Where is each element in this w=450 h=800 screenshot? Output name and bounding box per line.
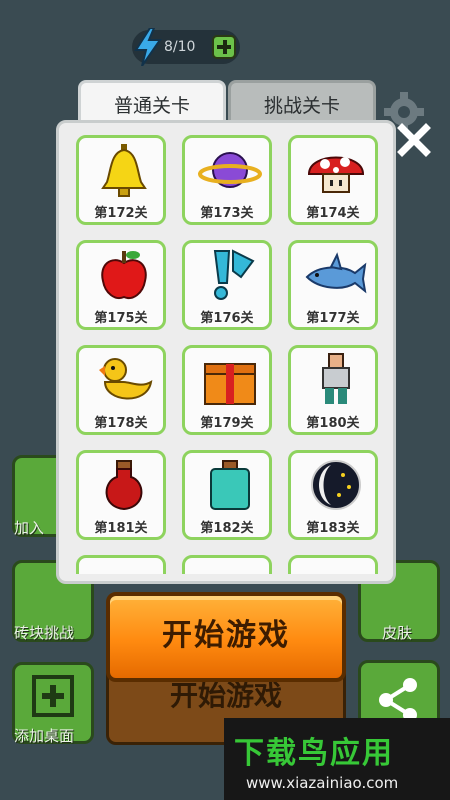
- duck-icon: [99, 358, 153, 400]
- skin-label: 皮肤: [382, 624, 413, 642]
- level-label: 第178关: [94, 416, 148, 431]
- level-card-176[interactable]: 第176关: [182, 240, 272, 330]
- level-card-172[interactable]: 第172关: [76, 135, 166, 225]
- watermark: 下载鸟应用 www.xiazainiao.com: [224, 718, 450, 800]
- level-card-178[interactable]: 第178关: [76, 345, 166, 435]
- bell-icon: [101, 144, 147, 197]
- moon-icon: [311, 460, 361, 510]
- level-card-partial[interactable]: [288, 555, 378, 574]
- join-label: 加入: [14, 519, 45, 537]
- watermark-url: www.xiazainiao.com: [246, 774, 399, 792]
- gift-icon: [204, 363, 256, 405]
- level-card-173[interactable]: 第173关: [182, 135, 272, 225]
- mushroom-icon: [307, 156, 365, 193]
- level-label: 第174关: [306, 206, 360, 221]
- brick-challenge-label: 砖块挑战: [14, 624, 75, 642]
- add-desktop-icon: [32, 675, 74, 717]
- apple-icon: [101, 251, 147, 299]
- level-label: 第176关: [200, 311, 254, 326]
- level-card-177[interactable]: 第177关: [288, 240, 378, 330]
- level-grid[interactable]: 第172关 第173关 第174关 第175关 第176关 第177关 第178…: [66, 128, 386, 574]
- level-label: 第173关: [200, 206, 254, 221]
- person-icon: [322, 353, 350, 404]
- level-card-partial[interactable]: [76, 555, 166, 574]
- level-card-181[interactable]: 第181关: [76, 450, 166, 540]
- level-card-179[interactable]: 第179关: [182, 345, 272, 435]
- energy-value: 8/10: [164, 39, 196, 55]
- planet-icon: [198, 152, 262, 188]
- watermark-title: 下载鸟应用: [234, 736, 394, 771]
- level-card-175[interactable]: 第175关: [76, 240, 166, 330]
- add-energy-button[interactable]: [212, 35, 236, 59]
- level-card-partial[interactable]: [182, 555, 272, 574]
- exclamation-icon: [213, 249, 255, 300]
- level-label: 第179关: [200, 416, 254, 431]
- level-label: 第177关: [306, 311, 360, 326]
- level-label: 第181关: [94, 521, 148, 536]
- red-potion-icon: [105, 460, 143, 511]
- close-icon[interactable]: [396, 122, 432, 158]
- level-card-174[interactable]: 第174关: [288, 135, 378, 225]
- level-card-183[interactable]: 第183关: [288, 450, 378, 540]
- level-label: 第180关: [306, 416, 360, 431]
- lightning-icon: [134, 28, 162, 66]
- start-game-button[interactable]: 开始游戏: [106, 592, 346, 682]
- level-label: 第183关: [306, 521, 360, 536]
- level-card-180[interactable]: 第180关: [288, 345, 378, 435]
- shark-icon: [305, 252, 367, 294]
- energy-counter: 8/10: [132, 28, 240, 66]
- add-desktop-label: 添加桌面: [14, 727, 75, 745]
- level-card-182[interactable]: 第182关: [182, 450, 272, 540]
- teal-potion-icon: [210, 460, 250, 510]
- level-label: 第172关: [94, 206, 148, 221]
- level-label: 第182关: [200, 521, 254, 536]
- start-game-label: 开始游戏: [162, 618, 290, 653]
- level-label: 第175关: [94, 311, 148, 326]
